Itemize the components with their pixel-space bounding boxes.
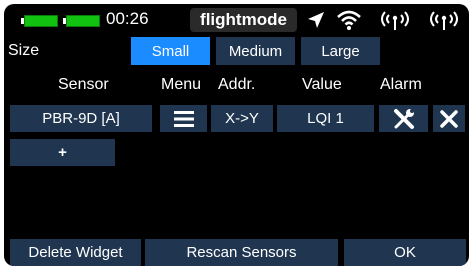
ok-button[interactable]: OK (344, 239, 466, 266)
wifi-icon (336, 9, 362, 31)
value-select-button[interactable]: LQI 1 (277, 105, 374, 132)
rx-battery-icon (66, 15, 100, 27)
add-sensor-button[interactable]: + (10, 139, 115, 166)
sensor-select-button[interactable]: PBR-9D [A] (10, 105, 152, 132)
antenna-icon (426, 9, 462, 31)
widget-config-screen: 00:26 flightmode Size Small Medium Large… (4, 4, 469, 266)
size-option-medium[interactable]: Medium (216, 37, 295, 65)
column-header-menu: Menu (161, 76, 202, 93)
gps-arrow-icon (306, 10, 326, 30)
clock-time: 00:26 (106, 9, 149, 28)
column-header-sensor: Sensor (58, 76, 109, 93)
column-header-addr: Addr. (218, 76, 256, 93)
antenna-icon (377, 9, 413, 31)
size-option-large[interactable]: Large (301, 37, 380, 65)
model-name-title[interactable]: flightmode (190, 8, 297, 32)
column-header-alarm: Alarm (380, 76, 422, 93)
delete-widget-button[interactable]: Delete Widget (10, 239, 141, 266)
menu-button[interactable] (160, 105, 207, 132)
menu-icon (173, 110, 194, 127)
column-header-value: Value (302, 76, 342, 93)
size-label: Size (8, 42, 40, 59)
rescan-sensors-button[interactable]: Rescan Sensors (145, 239, 338, 266)
close-icon (440, 109, 458, 128)
alarm-settings-button[interactable] (379, 105, 428, 132)
delete-sensor-button[interactable] (433, 105, 465, 132)
rx-battery-cap (63, 18, 66, 24)
address-button[interactable]: X->Y (211, 105, 273, 132)
tx-battery-icon (24, 15, 58, 27)
tx-battery-cap (21, 18, 24, 24)
wrench-icon (393, 108, 415, 130)
size-option-small[interactable]: Small (131, 37, 210, 65)
